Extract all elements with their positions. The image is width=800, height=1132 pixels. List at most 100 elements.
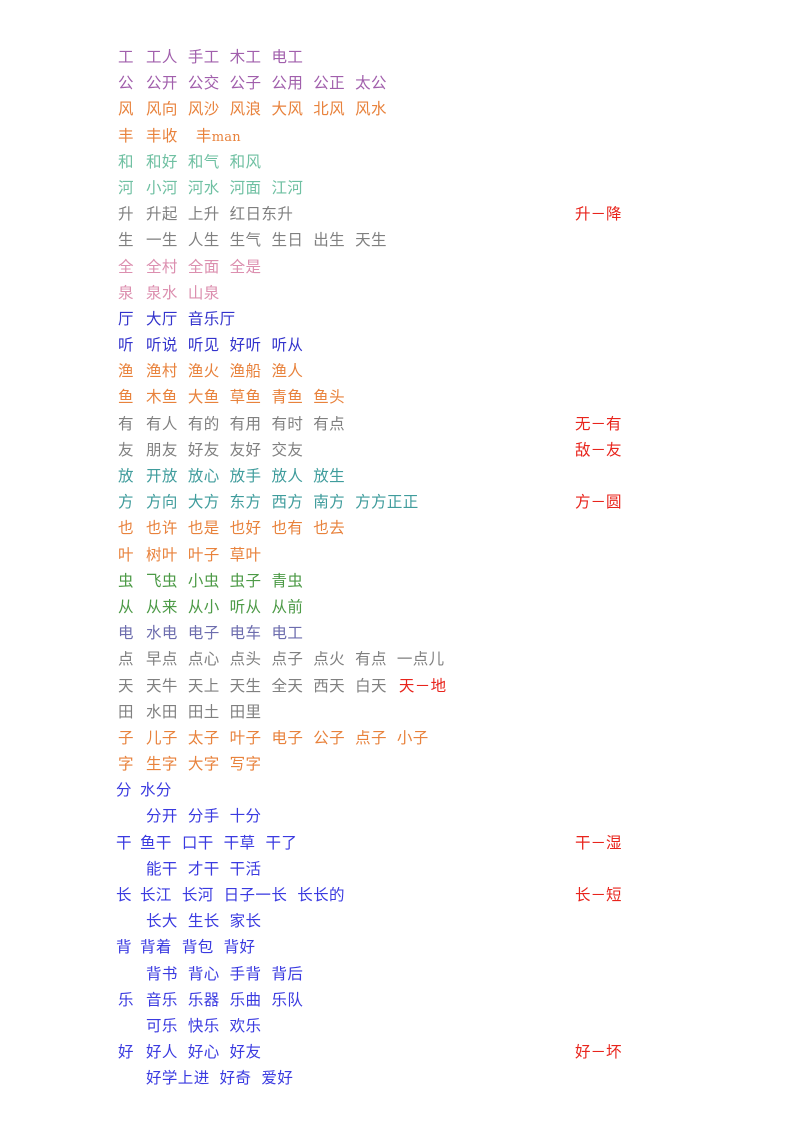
compound-word: 放生 <box>313 467 346 485</box>
compound-word: 点头 <box>229 650 262 669</box>
row-word-group: 从从来 从小 听从 从前 <box>118 594 313 620</box>
compound-word: 有的 <box>187 414 220 433</box>
compound-word: 从小 <box>187 597 220 616</box>
compound-word: 天牛 <box>146 676 178 695</box>
compound-word: 点子 <box>355 728 387 747</box>
head-character: 虫 <box>118 571 134 590</box>
vocabulary-row: 可乐 快乐 欢乐 <box>0 1013 800 1039</box>
compound-word: 点火 <box>313 650 346 669</box>
vocabulary-row: 干鱼干 口干 干草 干了 干－湿 <box>0 830 800 856</box>
compound-word: 好友 <box>229 1043 262 1062</box>
compound-word: 可乐 <box>146 1016 178 1035</box>
compound-word: 一生 <box>146 231 178 250</box>
compound-word: 听从 <box>229 597 262 616</box>
compound-word: 也好 <box>229 519 262 538</box>
antonym-pair: 方－圆 <box>575 493 622 512</box>
compound-word: 出生 <box>313 231 346 250</box>
compound-word: 公开 <box>146 74 178 93</box>
compound-word: 写字 <box>229 755 262 774</box>
head-character: 田 <box>118 702 134 721</box>
compound-word: 有用 <box>229 414 262 433</box>
row-word-group: 可乐 快乐 欢乐 <box>118 1013 271 1039</box>
compound-word: 上升 <box>187 205 220 224</box>
row-word-group: 泉泉水 山泉 <box>118 280 230 306</box>
row-word-group: 点早点 点心 点头 点子 点火 有点 一点儿 <box>118 646 455 672</box>
compound-word: 从来 <box>146 597 178 616</box>
compound-word: 听从 <box>271 336 304 355</box>
head-character: 风 <box>118 100 134 119</box>
compound-word: 叶子 <box>229 728 262 747</box>
head-character: 背 <box>116 938 132 957</box>
compound-word: 十分 <box>229 807 262 826</box>
head-character: 友 <box>118 440 134 459</box>
row-word-group: 天天牛 天上 天生 全天 西天 白天 天－地 <box>118 673 447 699</box>
compound-word: 好心 <box>187 1043 220 1062</box>
compound-word: 公用 <box>271 74 304 93</box>
head-character: 工 <box>118 48 134 66</box>
compound-word: 放手 <box>229 467 262 485</box>
compound-word: 大鱼 <box>187 388 220 407</box>
antonym-pair: 好－坏 <box>575 1043 622 1062</box>
compound-word: 有点 <box>355 650 387 669</box>
compound-word: 工人 <box>146 48 178 66</box>
row-word-group: 田水田 田土 田里 <box>118 699 271 725</box>
compound-word: 水田 <box>146 702 178 721</box>
compound-word: 渔村 <box>146 362 178 381</box>
compound-word: 一点儿 <box>396 650 445 669</box>
antonym-pair: 敌－友 <box>575 440 622 459</box>
compound-word: 乐曲 <box>229 990 262 1009</box>
vocabulary-row: 天天牛 天上 天生 全天 西天 白天 天－地 <box>0 673 800 699</box>
compound-word: 太子 <box>187 728 220 747</box>
compound-word: 红日东升 <box>229 205 294 224</box>
compound-word: 有时 <box>271 414 304 433</box>
row-word-group: 好学上进 好奇 爱好 <box>118 1065 303 1091</box>
compound-word: 放心 <box>187 467 220 485</box>
compound-word: 大风 <box>271 100 304 119</box>
vocabulary-row: 分水分 <box>0 777 800 803</box>
compound-word: 好人 <box>146 1043 178 1062</box>
vocabulary-row: 虫飞虫 小虫 虫子 青虫 <box>0 568 800 594</box>
compound-word: 天生 <box>229 676 262 695</box>
head-character: 鱼 <box>118 388 134 407</box>
compound-word: 好学上进 <box>146 1069 210 1088</box>
vocabulary-row: 生一生 人生 生气 生日 出生 天生 <box>0 227 800 253</box>
compound-word: 爱好 <box>261 1069 294 1088</box>
vocabulary-row: 工工人 手工 木工 电工 <box>0 44 800 70</box>
compound-word: 欢乐 <box>229 1016 262 1035</box>
compound-word: 升起 <box>146 205 178 224</box>
row-word-group: 河小河 河水 河面 江河 <box>118 175 313 201</box>
compound-word: 家长 <box>229 912 262 931</box>
compound-word: 有人 <box>146 414 178 433</box>
head-character: 公 <box>118 74 134 93</box>
vocabulary-row: 厅大厅 音乐厅 <box>0 306 800 332</box>
compound-word: 小子 <box>396 728 429 747</box>
row-word-group: 背背着 背包 背好 <box>116 934 265 960</box>
row-word-group: 公公开 公交 公子 公用 公正 太公 <box>118 70 397 96</box>
vocabulary-row: 从从来 从小 听从 从前 <box>0 594 800 620</box>
row-word-group: 子儿子 太子 叶子 电子 公子 点子 小子 <box>118 725 439 751</box>
compound-word: 口干 <box>181 833 214 852</box>
compound-word: 乐器 <box>187 990 220 1009</box>
compound-word: 电子 <box>271 728 304 747</box>
compound-word: 和气 <box>187 152 220 171</box>
vocabulary-row: 有有人 有的 有用 有时 有点 无－有 <box>0 411 800 437</box>
row-word-group: 乐音乐 乐器 乐曲 乐队 <box>118 987 313 1013</box>
head-character: 电 <box>118 624 134 643</box>
worksheet-page: 工工人 手工 木工 电工公公开 公交 公子 公用 公正 太公风风向 风沙 风浪 大风 北风 风水丰丰收 丰m… <box>0 0 800 1132</box>
compound-word: 日子一长 <box>223 886 288 904</box>
compound-word: 背后 <box>271 964 304 983</box>
row-word-group: 好好人 好心 好友 <box>118 1039 271 1065</box>
vocabulary-row: 长大 生长 家长 <box>0 908 800 934</box>
compound-word: 背书 <box>146 964 178 983</box>
compound-word: 虫子 <box>229 571 262 590</box>
vocabulary-row: 叶树叶 叶子 草叶 <box>0 542 800 568</box>
row-word-group: 背书 背心 手背 背后 <box>118 961 313 987</box>
row-word-group: 升升起 上升 红日东升 <box>118 201 303 227</box>
compound-word: 干了 <box>265 833 298 852</box>
vocabulary-row: 乐音乐 乐器 乐曲 乐队 <box>0 987 800 1013</box>
compound-word: 也许 <box>146 519 178 538</box>
compound-word: 草叶 <box>229 545 262 564</box>
vocabulary-row: 公公开 公交 公子 公用 公正 太公 <box>0 70 800 96</box>
row-word-group: 鱼木鱼 大鱼 草鱼 青鱼 鱼头 <box>118 384 355 410</box>
row-word-group: 渔渔村 渔火 渔船 渔人 <box>118 358 313 384</box>
